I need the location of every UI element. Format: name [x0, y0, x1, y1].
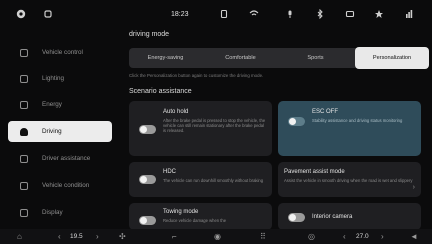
- mode-comfortable[interactable]: Comfortable: [204, 48, 277, 68]
- hdc-description: The vehicle can run downhill smoothly wi…: [163, 178, 264, 183]
- mode-energy-saving[interactable]: Energy-saving: [129, 48, 202, 68]
- sidebar-item-vehicle-condition[interactable]: Vehicle condition: [8, 175, 112, 196]
- interior-camera-card[interactable]: Interior camera: [278, 203, 421, 230]
- towing-mode-title: Towing mode: [163, 209, 199, 215]
- towing-mode-card[interactable]: Towing mode Reduce vehicle damage when t…: [129, 203, 272, 230]
- chevron-right-icon[interactable]: ›: [381, 232, 384, 241]
- right-temperature: 27.0: [356, 233, 369, 240]
- display-icon: [20, 208, 28, 217]
- ac-icon[interactable]: ◎: [308, 232, 315, 241]
- hdc-title: HDC: [163, 169, 176, 175]
- auto-hold-toggle[interactable]: [139, 125, 156, 134]
- sidebar-item-display[interactable]: Display: [8, 202, 112, 223]
- sidebar-item-label: Driving: [42, 128, 62, 135]
- esc-off-description: Stability assistance and driving status …: [312, 118, 403, 123]
- auto-hold-card[interactable]: Auto hold After the brake pedal is press…: [129, 101, 272, 156]
- sidebar-item-label: Lighting: [42, 75, 65, 82]
- volume-icon[interactable]: ◄: [410, 232, 418, 241]
- car-icon: [20, 48, 28, 57]
- sidebar-item-driver-assistance[interactable]: Driver assistance: [8, 148, 112, 169]
- scenario-assistance-title: Scenario assistance: [129, 88, 192, 95]
- hdc-card[interactable]: HDC The vehicle can run downhill smoothl…: [129, 162, 272, 197]
- driving-mode-selector: Energy-saving Comfortable Sports Persona…: [129, 47, 429, 69]
- interior-camera-title: Interior camera: [312, 214, 353, 220]
- fan-icon[interactable]: ✣: [119, 232, 126, 241]
- sidebar-item-label: Vehicle control: [42, 49, 83, 56]
- home-icon[interactable]: ⌂: [17, 232, 22, 241]
- chevron-right-icon: ›: [412, 184, 415, 191]
- phone-icon[interactable]: [42, 8, 54, 20]
- apps-icon[interactable]: ⠿: [260, 232, 266, 241]
- interior-camera-toggle[interactable]: [288, 213, 305, 222]
- driving-mode-title: driving mode: [129, 31, 170, 38]
- settings-sidebar: Vehicle control Lighting Energy Driving …: [0, 36, 120, 226]
- steering-heat-icon[interactable]: ◉: [214, 232, 221, 241]
- sidebar-item-label: Energy: [42, 101, 62, 108]
- chevron-right-icon[interactable]: ›: [96, 232, 99, 241]
- sidebar-item-driving[interactable]: Driving: [8, 121, 112, 142]
- steering-icon: [20, 127, 28, 136]
- driving-settings-panel: driving mode Energy-saving Comfortable S…: [121, 0, 432, 230]
- auto-hold-title: Auto hold: [163, 109, 189, 115]
- sidebar-item-lighting[interactable]: Lighting: [8, 68, 112, 89]
- towing-mode-description: Reduce vehicle damage when the: [163, 218, 227, 223]
- pavement-assist-title: Pavement assist mode: [284, 169, 345, 175]
- sidebar-item-label: Display: [42, 209, 63, 216]
- circle-dot-icon[interactable]: [15, 8, 27, 20]
- pavement-assist-description: Assist the vehicle in smooth driving whe…: [284, 178, 413, 183]
- towing-mode-toggle[interactable]: [139, 216, 156, 225]
- pavement-assist-card[interactable]: Pavement assist mode Assist the vehicle …: [278, 162, 421, 197]
- esc-off-title: ESC OFF: [312, 109, 339, 115]
- hdc-toggle[interactable]: [139, 175, 156, 184]
- light-icon: [20, 74, 28, 83]
- esc-off-toggle[interactable]: [288, 117, 305, 126]
- sidebar-item-label: Driver assistance: [42, 155, 91, 162]
- diagnostics-icon: [20, 181, 28, 190]
- mode-personalization[interactable]: Personalization: [355, 47, 429, 69]
- chevron-left-icon[interactable]: ‹: [58, 232, 61, 241]
- battery-icon: [20, 100, 28, 109]
- left-temperature: 19.5: [70, 233, 83, 240]
- seat-icon[interactable]: ⌐: [172, 232, 177, 241]
- bottom-climate-bar: ⌂ ‹ 19.5 › ✣ ⌐ ◉ ⠿ ◎ ‹ 27.0 › ◄: [0, 229, 432, 244]
- driving-mode-hint: Click the Personalization button again t…: [129, 73, 264, 78]
- chevron-left-icon[interactable]: ‹: [343, 232, 346, 241]
- mode-sports[interactable]: Sports: [279, 48, 352, 68]
- sidebar-item-vehicle-control[interactable]: Vehicle control: [8, 42, 112, 63]
- sidebar-item-energy[interactable]: Energy: [8, 94, 112, 115]
- sidebar-item-label: Vehicle condition: [42, 182, 90, 189]
- assist-icon: [20, 154, 28, 163]
- esc-off-card[interactable]: ESC OFF Stability assistance and driving…: [278, 101, 421, 156]
- auto-hold-description: After the brake pedal is pressed to stop…: [163, 118, 266, 134]
